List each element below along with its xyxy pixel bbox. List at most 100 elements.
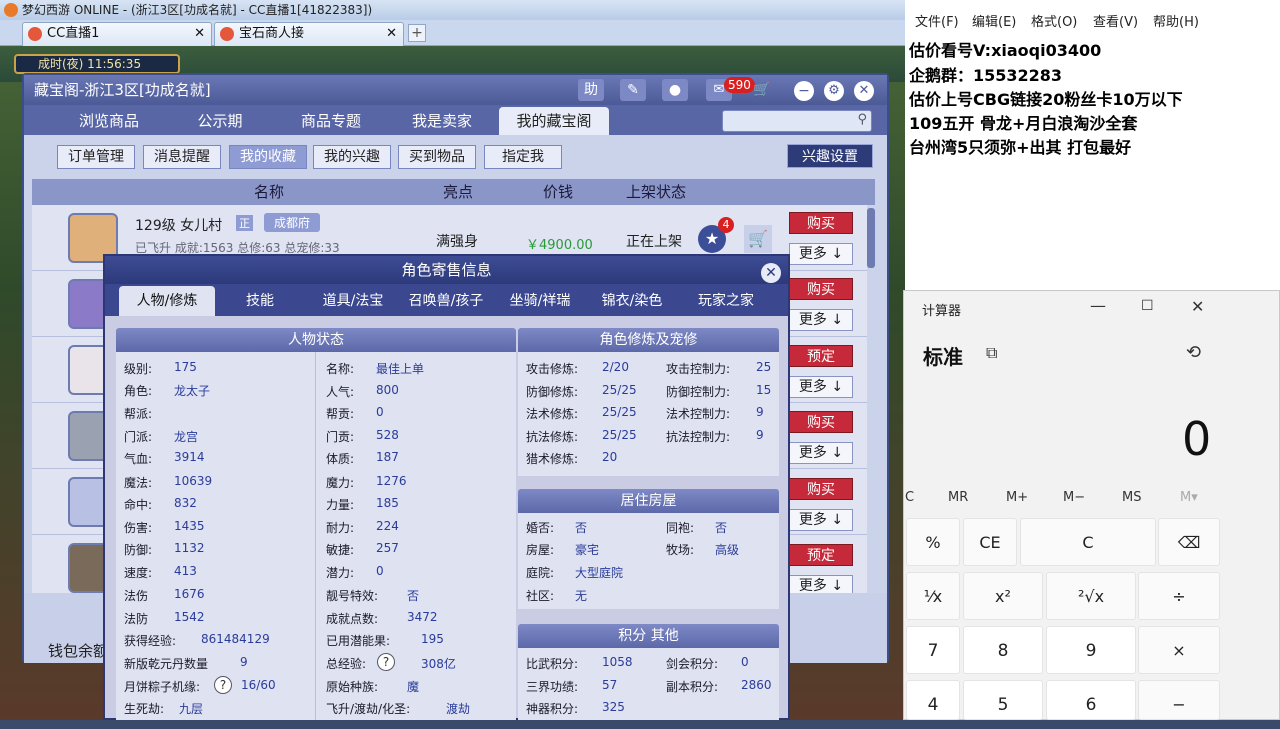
server-tag: 成都府 (264, 213, 321, 232)
percent-key[interactable]: % (906, 518, 960, 566)
tab-gem-merchant[interactable]: 宝石商人接 ✕ (214, 22, 404, 46)
field-label: 法防 (124, 612, 149, 626)
tab-public[interactable]: 公示期 (168, 107, 272, 135)
memory-clear-button[interactable]: C (905, 490, 914, 505)
field-value: 龙太子 (174, 384, 211, 398)
field-label: 门派: (124, 430, 153, 444)
help-button[interactable]: 助 (578, 79, 604, 101)
reserve-button[interactable]: 预定 (789, 345, 853, 367)
square-key[interactable]: x² (963, 572, 1043, 620)
divide-key[interactable]: ÷ (1138, 572, 1220, 620)
close-icon[interactable]: ✕ (761, 263, 781, 283)
more-button[interactable]: 更多 ↓ (789, 243, 853, 265)
notepad-line[interactable]: 估价看号V:xiaoqi03400 (909, 37, 1101, 61)
new-tab-button[interactable]: + (408, 24, 426, 42)
digit-4-key[interactable]: 4 (906, 680, 960, 720)
field-label: 体质: (326, 452, 355, 466)
more-label: 更多 (798, 578, 827, 594)
notepad-line[interactable]: 估价上号CBG链接20粉丝卡10万以下 (909, 86, 1183, 110)
help-icon[interactable]: ? (377, 653, 395, 671)
notepad-line[interactable]: 台州湾5只须弥+出其 打包最好 (909, 134, 1131, 158)
memory-add-button[interactable]: M+ (1006, 490, 1028, 505)
bought-items-button[interactable]: 买到物品 (398, 145, 476, 169)
list-scrollbar[interactable] (867, 208, 875, 268)
close-icon[interactable]: ✕ (854, 81, 874, 101)
buy-button[interactable]: 购买 (789, 278, 853, 300)
tab-skills[interactable]: 技能 (221, 286, 299, 316)
memory-list-button[interactable]: M▾ (1180, 490, 1198, 505)
tab-pets[interactable]: 召唤兽/孩子 (401, 286, 491, 316)
menu-help[interactable]: 帮助(H) (1153, 12, 1199, 34)
my-interest-button[interactable]: 我的兴趣 (313, 145, 391, 169)
tab-seller[interactable]: 我是卖家 (390, 107, 494, 135)
memory-subtract-button[interactable]: M− (1063, 490, 1085, 505)
menu-format[interactable]: 格式(O) (1031, 12, 1077, 34)
clear-key[interactable]: C (1020, 518, 1156, 566)
more-button[interactable]: 更多 ↓ (789, 376, 853, 398)
menu-view[interactable]: 查看(V) (1093, 12, 1138, 34)
tab-home[interactable]: 玩家之家 (681, 286, 771, 316)
order-manage-button[interactable]: 订单管理 (57, 145, 135, 169)
tab-cc-live[interactable]: CC直播1 ✕ (22, 22, 212, 46)
tab-browse[interactable]: 浏览商品 (50, 107, 168, 135)
cart-icon[interactable]: 🛒 (744, 225, 772, 253)
my-favorites-button[interactable]: 我的收藏 (229, 145, 307, 169)
close-icon[interactable]: ✕ (386, 23, 397, 45)
search-input[interactable]: ⚲ (722, 110, 872, 132)
more-button[interactable]: 更多 ↓ (789, 509, 853, 531)
tab-topics[interactable]: 商品专题 (272, 107, 390, 135)
cart-icon[interactable]: 🛒 (750, 79, 774, 101)
pin-icon[interactable]: ✎ (620, 79, 646, 101)
multiply-key[interactable]: × (1138, 626, 1220, 674)
memory-store-button[interactable]: MS (1122, 490, 1141, 505)
clear-entry-key[interactable]: CE (963, 518, 1017, 566)
assigned-me-button[interactable]: 指定我 (484, 145, 562, 169)
buy-button[interactable]: 购买 (789, 212, 853, 234)
record-icon[interactable]: ● (662, 79, 688, 101)
digit-7-key[interactable]: 7 (906, 626, 960, 674)
field-label: 牧场: (666, 543, 695, 557)
close-icon[interactable]: ✕ (1191, 297, 1204, 316)
digit-9-key[interactable]: 9 (1046, 626, 1136, 674)
backspace-key[interactable]: ⌫ (1158, 518, 1220, 566)
interest-settings-button[interactable]: 兴趣设置 (787, 144, 873, 168)
reserve-button[interactable]: 预定 (789, 544, 853, 566)
buy-button[interactable]: 购买 (789, 411, 853, 433)
more-button[interactable]: 更多 ↓ (789, 442, 853, 464)
field-value: 1132 (174, 541, 205, 555)
field-value: 否 (407, 589, 420, 603)
sqrt-key[interactable]: ²√x (1046, 572, 1136, 620)
notify-button[interactable]: 消息提醒 (143, 145, 221, 169)
digit-6-key[interactable]: 6 (1046, 680, 1136, 720)
menu-file[interactable]: 文件(F) (915, 12, 959, 34)
tab-my-cbg[interactable]: 我的藏宝阁 (499, 107, 609, 135)
wallet-label: 钱包余额 (48, 642, 109, 660)
field-label: 敏捷: (326, 543, 355, 557)
reciprocal-key[interactable]: ¹⁄x (906, 572, 960, 620)
notepad-line[interactable]: 109五开 骨龙+月白浪淘沙全套 (909, 110, 1137, 134)
close-icon[interactable]: ✕ (194, 23, 205, 45)
memory-recall-button[interactable]: MR (948, 490, 968, 505)
field-label: 力量: (326, 498, 355, 512)
help-icon[interactable]: ? (214, 676, 232, 694)
field-value: 0 (376, 564, 384, 578)
menu-edit[interactable]: 编辑(E) (972, 12, 1016, 34)
tab-items[interactable]: 道具/法宝 (311, 286, 395, 316)
keep-on-top-icon[interactable]: ⧉ (986, 343, 997, 363)
tab-outfits[interactable]: 锦衣/染色 (589, 286, 675, 316)
minus-key[interactable]: − (1138, 680, 1220, 720)
minimize-icon[interactable]: — (1090, 296, 1106, 315)
more-button[interactable]: 更多 ↓ (789, 309, 853, 331)
notepad-line[interactable]: 企鹅群：15532283 (909, 62, 1062, 86)
tab-character[interactable]: 人物/修炼 (119, 286, 215, 316)
tab-mounts[interactable]: 坐骑/祥瑞 (497, 286, 583, 316)
field-label: 总经验: (326, 657, 367, 671)
history-icon[interactable]: ⟲ (1186, 342, 1201, 363)
settings-icon[interactable]: ⚙ (824, 81, 844, 101)
digit-5-key[interactable]: 5 (963, 680, 1043, 720)
minimize-icon[interactable]: − (794, 81, 814, 101)
buy-button[interactable]: 购买 (789, 478, 853, 500)
col-price: 价钱 (543, 183, 574, 201)
maximize-icon[interactable]: ☐ (1141, 298, 1154, 314)
digit-8-key[interactable]: 8 (963, 626, 1043, 674)
